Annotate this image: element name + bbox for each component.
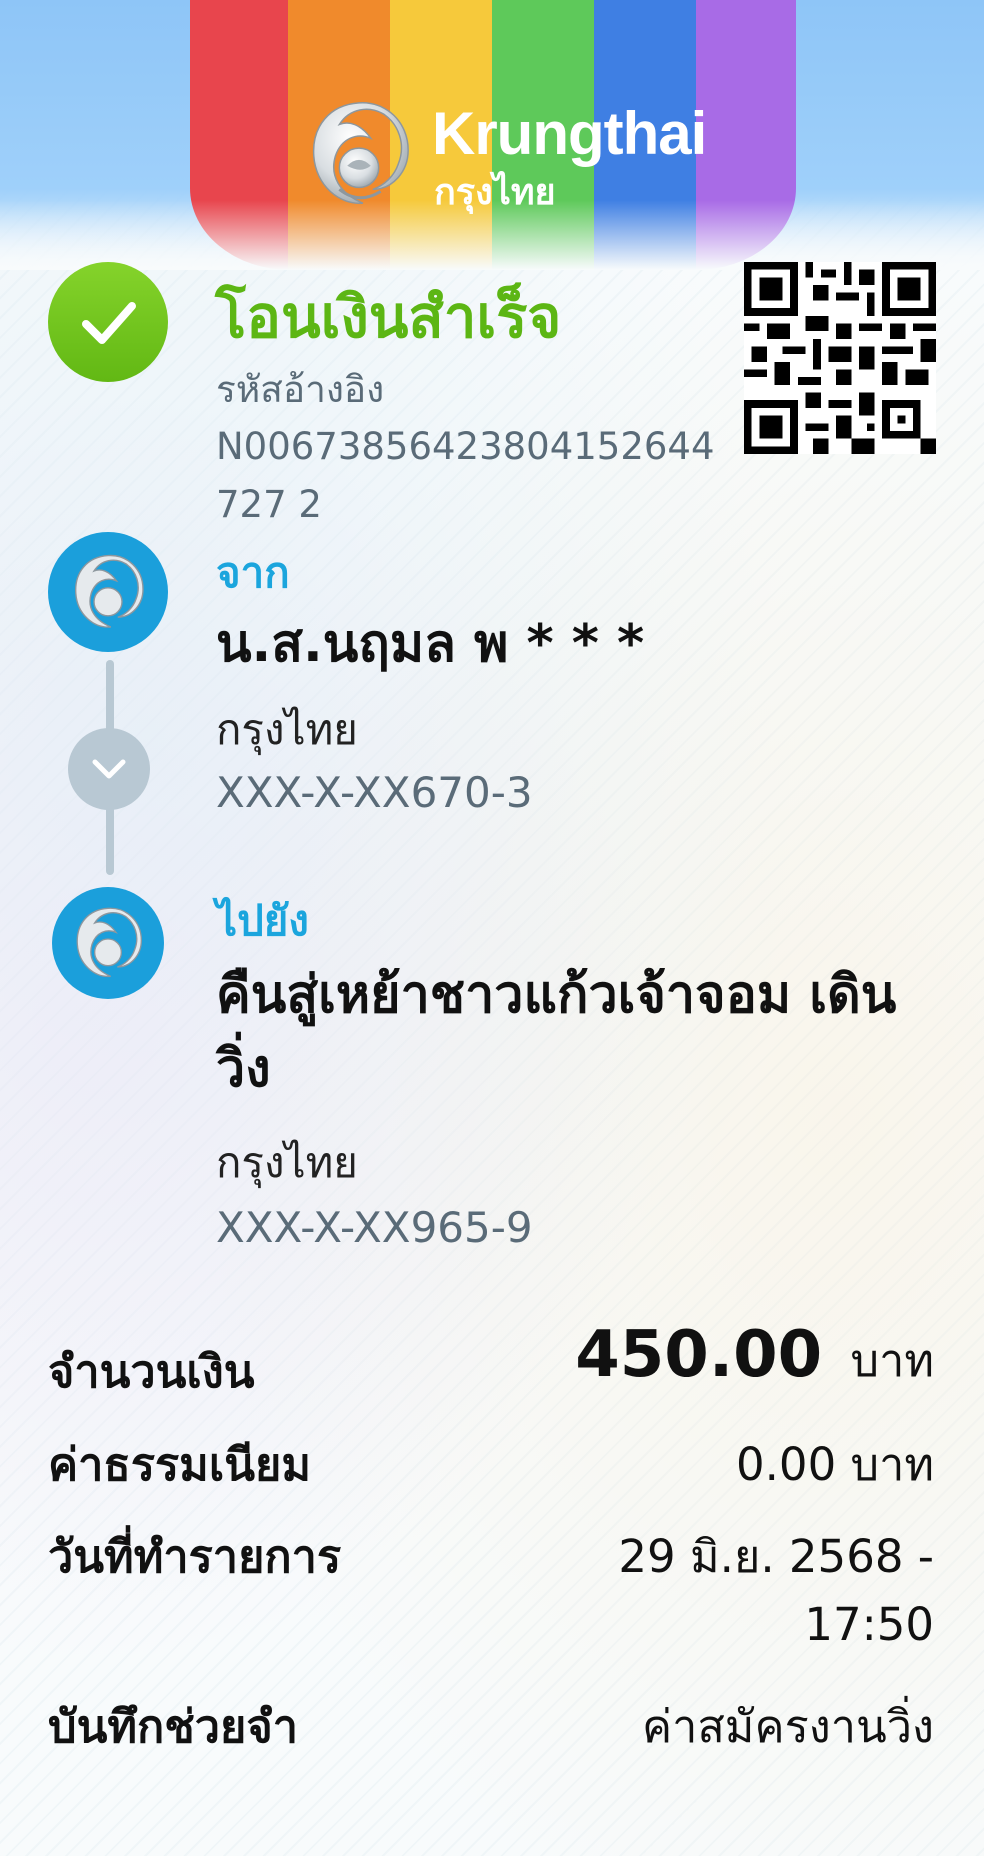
to-label: ไปยัง	[216, 896, 309, 945]
from-account: XXX-X-XX670-3	[216, 768, 533, 817]
brand-name-th: กรุงไทย	[434, 172, 556, 213]
fee-value: 0.00 บาท	[736, 1438, 934, 1491]
date-value-line1: 29 มิ.ย. 2568 -	[618, 1530, 934, 1583]
amount-unit: บาท	[850, 1334, 935, 1387]
from-bank: กรุงไทย	[216, 705, 358, 754]
fee-label: ค่าธรรมเนียม	[48, 1438, 312, 1491]
success-badge	[48, 262, 168, 382]
reference-value: N00673856423804152644727 2	[216, 425, 715, 526]
from-name: น.ส.นฤมล พ * * *	[216, 614, 645, 674]
krungthai-logo: Krungthai กรุงไทย	[300, 95, 707, 220]
memo-value: ค่าสมัครงานวิ่ง	[641, 1700, 934, 1753]
memo-label: บันทึกช่วยจำ	[48, 1700, 299, 1753]
transfer-direction	[68, 728, 150, 810]
krungthai-bird-icon	[76, 907, 143, 978]
krungthai-bird-icon	[75, 554, 144, 628]
from-avatar	[48, 532, 168, 652]
date-value-line2: 17:50	[804, 1598, 934, 1651]
brand-name-en: Krungthai	[432, 100, 707, 167]
qr-code-icon[interactable]	[744, 262, 936, 454]
date-label: วันที่ทำรายการ	[48, 1530, 342, 1583]
to-bank: กรุงไทย	[216, 1138, 358, 1187]
krungthai-bird-icon	[313, 102, 409, 204]
to-name: คืนสู่เหย้าชาวแก้วเจ้าจอม เดินวิ่ง	[216, 965, 897, 1099]
amount-label: จำนวนเงิน	[48, 1345, 255, 1398]
amount-value: 450.00	[575, 1318, 823, 1392]
to-account: XXX-X-XX965-9	[216, 1203, 533, 1252]
to-avatar	[52, 887, 164, 999]
reference-label: รหัสอ้างอิง	[216, 368, 385, 411]
chevron-down-icon	[92, 759, 126, 779]
from-label: จาก	[216, 548, 290, 597]
amount-value-group: 450.00 บาท	[575, 1318, 934, 1396]
status-title: โอนเงินสำเร็จ	[215, 283, 562, 351]
brand-header: Krungthai กรุงไทย	[0, 0, 984, 270]
check-icon	[82, 302, 136, 344]
